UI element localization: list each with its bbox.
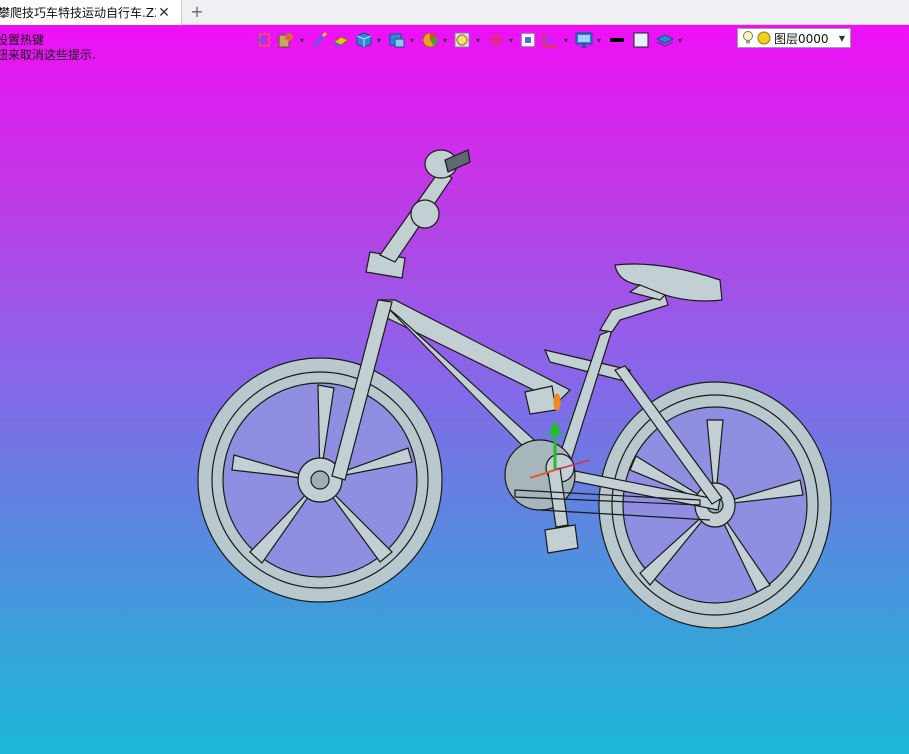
fill-color-button[interactable] [631, 29, 651, 51]
chevron-down-icon[interactable]: ▼ [839, 34, 845, 43]
chevron-down-icon: ▾ [376, 35, 381, 45]
view-tools-button[interactable]: ▾ [277, 29, 306, 51]
pivot-button[interactable]: ▾ [486, 29, 515, 51]
layers-icon [655, 34, 675, 47]
section-icon [543, 33, 557, 48]
zoom-icon [454, 32, 470, 48]
exit-sketch-icon [256, 33, 270, 47]
lightbulb-icon[interactable] [741, 30, 755, 46]
color-pie-icon [422, 32, 438, 48]
chevron-down-icon: ▾ [596, 35, 601, 45]
screen-icon [575, 32, 593, 48]
frame-icon [520, 32, 536, 48]
layers-button[interactable]: ▾ [655, 29, 684, 51]
color-pie-button[interactable]: ▾ [420, 29, 449, 51]
chevron-down-icon: ▾ [508, 35, 513, 45]
frame-button[interactable] [519, 29, 537, 51]
bicycle-model[interactable] [0, 25, 909, 754]
screen-button[interactable]: ▾ [574, 29, 603, 51]
toolbar: ▾ ▾ ▾ ▾ ▾ ▾ ▾ ▾ ▾ [255, 27, 688, 53]
display-style-button[interactable]: ▾ [387, 29, 416, 51]
view-tools-icon [278, 33, 293, 48]
chevron-down-icon: ▾ [442, 35, 447, 45]
eraser-button[interactable] [332, 29, 350, 51]
layer-name: 图层0000 [774, 31, 829, 46]
line-color-icon [610, 38, 624, 42]
front-wheel [197, 357, 443, 603]
chevron-down-icon: ▾ [409, 35, 414, 45]
brush-icon [313, 32, 327, 47]
render-mode-button[interactable]: ▾ [354, 29, 383, 51]
fill-color-icon [633, 32, 649, 48]
eraser-icon [332, 36, 350, 47]
layer-color-icon[interactable] [757, 31, 771, 45]
exit-sketch-button[interactable] [255, 29, 273, 51]
layer-select[interactable]: 图层0000 ▼ [737, 28, 851, 48]
tab-title: 攀爬技巧车特技运动自行车.Z3 [0, 6, 156, 20]
section-button[interactable]: ▾ [541, 29, 570, 51]
line-color-button[interactable] [607, 29, 627, 51]
chevron-down-icon: ▾ [677, 35, 682, 45]
pivot-icon [489, 33, 503, 47]
chevron-down-icon: ▾ [475, 35, 480, 45]
render-mode-icon [356, 32, 372, 48]
tab-document[interactable]: 攀爬技巧车特技运动自行车.Z3 ✕ [0, 0, 182, 25]
brush-button[interactable] [310, 29, 328, 51]
display-style-icon [389, 33, 405, 48]
zoom-button[interactable]: ▾ [453, 29, 482, 51]
tab-bar: 攀爬技巧车特技运动自行车.Z3 ✕ + [0, 0, 909, 25]
close-icon[interactable]: ✕ [156, 5, 172, 21]
chevron-down-icon: ▾ [563, 35, 568, 45]
chevron-down-icon: ▾ [299, 35, 304, 45]
add-tab-icon[interactable]: + [188, 2, 206, 22]
3d-viewport[interactable]: 设置热键 钮来取消这些提示. ▾ ▾ ▾ ▾ ▾ ▾ ▾ ▾ ▾ 图层0000 … [0, 25, 909, 754]
